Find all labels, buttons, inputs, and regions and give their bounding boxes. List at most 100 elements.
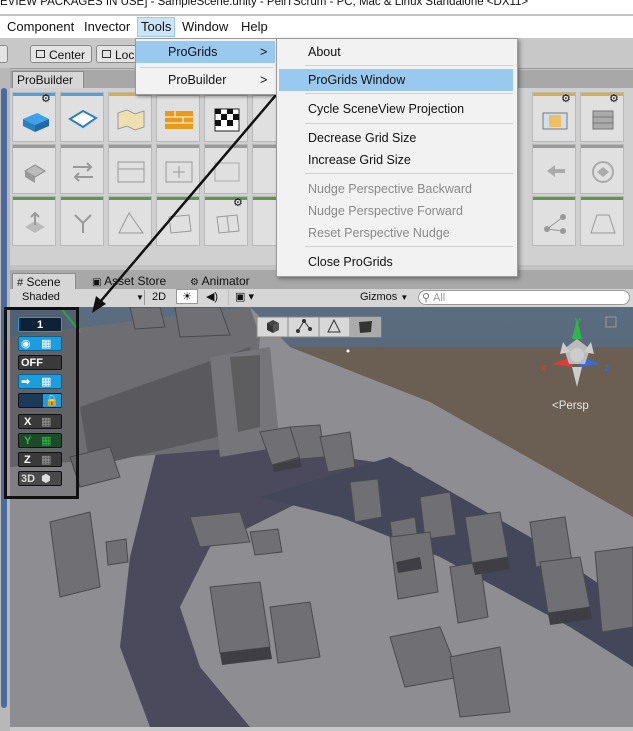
pb-tool-swap[interactable] [60,144,104,194]
grid-tool-icon [214,162,240,182]
pb-tool-partial-b[interactable]: ⚙ [580,92,624,142]
tab-scene[interactable]: # Scene [12,273,76,290]
grid-icon: ▦ [41,435,52,447]
subdivide-icon [216,214,240,234]
pb-tool-material[interactable] [156,92,200,142]
menu-item-about[interactable]: About [277,41,515,63]
pb-tool-subdivide[interactable]: ⚙ [204,196,248,246]
flip-icon [592,161,614,183]
pb-tool-new-shape[interactable]: ⚙ [12,92,56,142]
panel-icon [117,161,145,183]
grid-icon: ▦ [41,338,52,350]
menu-invector[interactable]: Invector [81,19,133,35]
pivot-center-button[interactable]: Center [30,45,92,63]
gear-icon[interactable]: ⚙ [561,92,571,105]
menu-item-close-progrids[interactable]: Close ProGrids [277,251,515,273]
axis-x-toggle[interactable]: X ▦ [18,414,62,429]
snap-toggle[interactable]: OFF [18,355,62,370]
pivot-local-label: Loc [115,48,135,62]
pb-tool-partial-a[interactable]: ⚙ [532,92,576,142]
lock-grid-toggle[interactable]: 🔒 [18,393,62,408]
menu-tools[interactable]: Tools [137,17,176,37]
snap-off-label: OFF [21,357,43,369]
pivot-center-label: Center [49,48,86,62]
face-select-icon [542,112,568,130]
tools-menu-dropdown: ProGrids > ProBuilder > [135,38,278,95]
fill-hole-icon [590,214,616,234]
menu-item-cycle-projection[interactable]: Cycle SceneView Projection [277,98,515,120]
menu-item-reset-nudge: Reset Perspective Nudge [308,226,450,240]
axis-y-toggle[interactable]: Y ▦ [18,433,62,448]
arrow-right-icon: ➡ [21,376,31,388]
menu-window[interactable]: Window [179,19,231,35]
animator-icon: ⚙ [190,277,199,288]
menu-item-decrease-grid[interactable]: Decrease Grid Size [277,127,515,149]
shading-mode-dropdown[interactable]: Shaded ▼ [22,290,144,305]
pb-tool-extra[interactable] [204,144,248,194]
local-icon [102,50,111,58]
menu-help[interactable]: Help [238,19,271,35]
pb-tool-conform[interactable] [156,196,200,246]
chevron-right-icon: > [260,45,268,59]
checker-icon [214,108,240,132]
3d-grid-toggle[interactable]: 3D ⬢ [18,471,62,486]
toolbar-button-partial[interactable] [0,45,8,63]
merge-icon [74,214,92,233]
gear-icon[interactable]: ⚙ [233,196,243,209]
axis-z-label: Z [24,454,31,466]
axis-z-toggle[interactable]: Z ▦ [18,452,62,467]
tab-animator[interactable]: ⚙ Animator [186,273,250,289]
bevel-icon [118,212,144,234]
projection-toggle[interactable]: <Persp [552,400,589,412]
gizmo-y-label: y [575,315,581,327]
menu-separator [305,123,513,124]
scene-search-field[interactable]: ⚲ All [418,290,630,305]
perspective-icon: < [552,400,559,412]
tab-asset-store-label: Asset Store [104,274,167,288]
push-to-grid-button[interactable]: ➡ ▦ [18,374,62,389]
audio-toggle-button[interactable]: ◀) [201,290,223,305]
view-mode-buttons[interactable] [256,316,382,338]
tab-asset-store[interactable]: ▣ Asset Store [88,273,166,289]
grid-icon: ▦ [41,416,52,428]
bottom-tab-strip [10,727,633,731]
menu-item-nudge-forward: Nudge Perspective Forward [308,204,463,218]
gear-icon[interactable]: ⚙ [609,92,619,105]
projection-label: Persp [558,400,589,412]
menu-item-progrids-window[interactable]: ProGrids Window [279,69,513,91]
pb-tool-new-poly[interactable] [60,92,104,142]
pb-tool-select-object[interactable] [12,144,56,194]
gizmos-dropdown[interactable]: Gizmos ▼ [360,290,416,305]
show-grid-toggle[interactable]: ◉ ▦ [18,336,62,351]
gear-icon[interactable]: ⚙ [41,92,51,105]
effects-dropdown[interactable]: ▣ ▾ [228,290,269,305]
scene-viewport[interactable]: y x z <Persp [10,307,633,727]
search-icon: ⚲ [422,292,431,304]
speaker-icon: ◀) [205,291,219,303]
pb-tool-merge[interactable] [60,196,104,246]
pivot-local-button[interactable]: Loc [96,45,140,63]
pb-tool-connect[interactable] [532,196,576,246]
mode-2d-toggle[interactable]: 2D [144,290,173,305]
uv-map-icon [117,109,145,131]
search-placeholder: All [433,292,446,304]
menu-item-progrids[interactable]: ProGrids > [136,41,275,63]
pb-tool-vertex-color[interactable] [204,92,248,142]
menu-bar: Component Invector Tools Window Help [0,16,633,38]
pb-tool-window[interactable] [108,144,152,194]
grid-size-field[interactable]: 1 [18,317,62,332]
pb-tool-flip[interactable] [580,144,624,194]
menu-item-probuilder[interactable]: ProBuilder > [136,69,275,91]
gizmo-z-label: z [604,362,610,374]
pb-tool-uv-editor[interactable] [108,92,152,142]
pb-tool-extrude[interactable] [12,196,56,246]
pb-tool-fill[interactable] [580,196,624,246]
pb-tool-bevel[interactable] [108,196,152,246]
pb-tool-add[interactable] [156,144,200,194]
pb-tool-undo[interactable] [532,144,576,194]
menu-item-increase-grid[interactable]: Increase Grid Size [277,149,515,171]
menu-component[interactable]: Component [4,19,77,35]
extrude-icon [25,211,45,233]
lighting-toggle-button[interactable]: ☀ [176,289,198,304]
tab-probuilder[interactable]: ProBuilder [12,71,84,88]
